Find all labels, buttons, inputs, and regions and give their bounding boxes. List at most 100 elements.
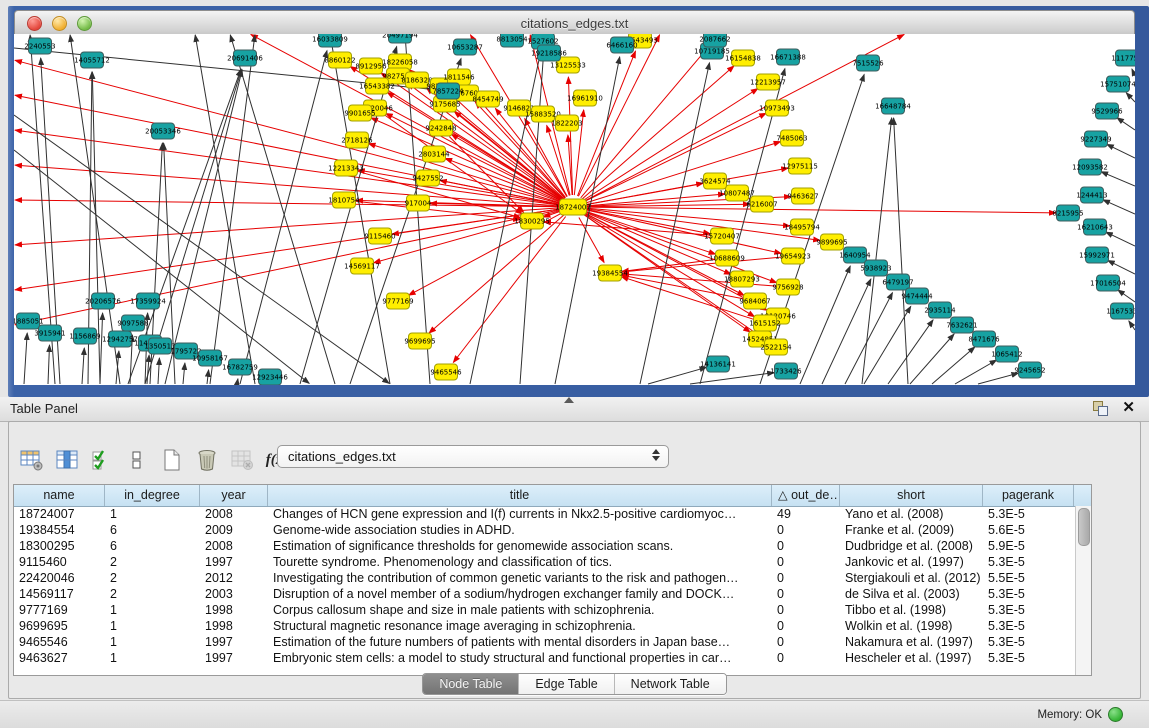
graph-node-9115460[interactable]: 9115460 bbox=[364, 228, 395, 244]
table-selector-dropdown[interactable]: citations_edges.txt bbox=[277, 445, 669, 468]
graph-node-2935114[interactable]: 2935114 bbox=[924, 302, 956, 318]
graph-node-20691406[interactable]: 20691406 bbox=[227, 50, 263, 66]
float-panel-icon[interactable] bbox=[1092, 400, 1108, 416]
row-format-icon[interactable] bbox=[124, 447, 150, 473]
graph-node-20053346[interactable]: 20053346 bbox=[145, 123, 181, 139]
table-row[interactable]: 946362711997Embryonic stem cells: a mode… bbox=[14, 650, 1076, 666]
tab-node-table[interactable]: Node Table bbox=[423, 674, 519, 694]
graph-node-917004[interactable]: 917004 bbox=[405, 195, 432, 211]
scrollbar-thumb[interactable] bbox=[1078, 508, 1090, 546]
network-canvas[interactable]: 1872400788601228912956182260589827503165… bbox=[14, 34, 1135, 385]
column-header-short[interactable]: short bbox=[840, 485, 983, 506]
graph-node-12942757[interactable]: 12942757 bbox=[102, 331, 138, 347]
table-row[interactable]: 969969511998Structural magnetic resonanc… bbox=[14, 618, 1076, 634]
graph-node-9463627[interactable]: 9463627 bbox=[787, 188, 818, 204]
column-header-year[interactable]: year bbox=[200, 485, 268, 506]
graph-node-20497194[interactable]: 20497194 bbox=[382, 34, 418, 43]
graph-node-16033809[interactable]: 16033809 bbox=[312, 34, 348, 47]
graph-node-1117755[interactable]: 1117755 bbox=[1111, 50, 1135, 66]
graph-node-2087662[interactable]: 2087662 bbox=[699, 34, 730, 47]
table-row[interactable]: 1872400712008Changes of HCN gene express… bbox=[14, 506, 1076, 522]
graph-node-2522154[interactable]: 2522154 bbox=[760, 339, 792, 355]
graph-node-9227349[interactable]: 9227349 bbox=[1080, 131, 1111, 147]
trash-icon[interactable] bbox=[194, 447, 220, 473]
graph-node-9245652[interactable]: 9245652 bbox=[1014, 362, 1045, 378]
graph-node-10653287[interactable]: 10653287 bbox=[447, 39, 483, 55]
new-document-icon[interactable] bbox=[159, 447, 185, 473]
graph-node-12213957[interactable]: 12213957 bbox=[750, 74, 786, 90]
graph-node-1822203[interactable]: 1822203 bbox=[551, 115, 582, 131]
column-header-title[interactable]: title bbox=[268, 485, 772, 506]
column-header-pagerank[interactable]: pagerank bbox=[983, 485, 1074, 506]
graph-node-9901655[interactable]: 9901655 bbox=[344, 105, 375, 121]
table-row[interactable]: 946554611997Estimation of the future num… bbox=[14, 634, 1076, 650]
graph-node-9097588[interactable]: 9097588 bbox=[117, 315, 148, 331]
tab-edge-table[interactable]: Edge Table bbox=[519, 674, 614, 694]
graph-node-9242848[interactable]: 9242848 bbox=[425, 120, 456, 136]
graph-node-8215955[interactable]: 8215955 bbox=[1052, 205, 1083, 221]
vertical-scrollbar[interactable] bbox=[1075, 506, 1091, 675]
close-panel-icon[interactable]: ✕ bbox=[1122, 400, 1135, 416]
graph-node-16961910[interactable]: 16961910 bbox=[567, 90, 603, 106]
graph-node-9474444[interactable]: 9474444 bbox=[901, 288, 933, 304]
graph-node-1810754[interactable]: 1810754 bbox=[328, 192, 360, 208]
graph-node-9529966[interactable]: 9529966 bbox=[1091, 103, 1123, 119]
graph-node-17359924[interactable]: 17359924 bbox=[130, 293, 166, 309]
graph-node-1615152[interactable]: 1615152 bbox=[749, 315, 780, 331]
graph-node-8860122[interactable]: 8860122 bbox=[324, 52, 355, 68]
graph-node-17016504[interactable]: 17016504 bbox=[1090, 275, 1126, 291]
tab-network-table[interactable]: Network Table bbox=[615, 674, 726, 694]
select-columns-icon[interactable] bbox=[54, 447, 80, 473]
selection-checklist-icon[interactable] bbox=[89, 447, 115, 473]
table-row[interactable]: 1938455462009Genome-wide association stu… bbox=[14, 522, 1076, 538]
zoom-window-button[interactable] bbox=[77, 16, 92, 31]
graph-node-9899695[interactable]: 9899695 bbox=[816, 234, 847, 250]
graph-node-16154838[interactable]: 16154838 bbox=[725, 50, 761, 66]
splitter-handle-icon[interactable] bbox=[564, 397, 574, 403]
column-header-out_degree[interactable]: △ out_de… bbox=[772, 485, 840, 506]
graph-node-15992971[interactable]: 15992971 bbox=[1079, 247, 1115, 263]
graph-node-1156869[interactable]: 1156869 bbox=[69, 328, 100, 344]
graph-node-9777169[interactable]: 9777169 bbox=[382, 293, 413, 309]
graph-node-8454749[interactable]: 8454749 bbox=[472, 91, 503, 107]
graph-node-2718126[interactable]: 2718126 bbox=[341, 132, 373, 148]
graph-node-15720407[interactable]: 15720407 bbox=[704, 228, 740, 244]
graph-node-12975115[interactable]: 12975115 bbox=[782, 158, 818, 174]
graph-node-6216007[interactable]: 6216007 bbox=[746, 196, 777, 212]
graph-node-2803144[interactable]: 2803144 bbox=[418, 146, 450, 162]
graph-node-8471676[interactable]: 8471676 bbox=[968, 331, 1000, 347]
graph-node-7857224[interactable]: 7857224 bbox=[432, 83, 464, 99]
graph-node-5938923[interactable]: 5938923 bbox=[860, 260, 891, 276]
table-row[interactable]: 977716911998Corpus callosum shape and si… bbox=[14, 602, 1076, 618]
graph-node-6466160[interactable]: 6466160 bbox=[606, 37, 637, 53]
graph-node-9699695[interactable]: 9699695 bbox=[404, 333, 435, 349]
graph-node-15751074[interactable]: 15751074 bbox=[1100, 76, 1135, 92]
table-row[interactable]: 911546021997Tourette syndrome. Phenomeno… bbox=[14, 554, 1076, 570]
graph-node-9465546[interactable]: 9465546 bbox=[430, 364, 462, 380]
graph-node-14569117[interactable]: 14569117 bbox=[344, 258, 380, 274]
minimize-window-button[interactable] bbox=[52, 16, 67, 31]
column-header-name[interactable]: name bbox=[14, 485, 105, 506]
graph-node-16671388[interactable]: 16671388 bbox=[770, 49, 806, 65]
table-row[interactable]: 2242004622012Investigating the contribut… bbox=[14, 570, 1076, 586]
memory-ok-indicator[interactable] bbox=[1108, 707, 1123, 722]
graph-node-18724007[interactable]: 18724007 bbox=[555, 199, 591, 215]
graph-node-1733426[interactable]: 1733426 bbox=[770, 363, 802, 379]
table-settings-icon[interactable] bbox=[19, 447, 45, 473]
table-row[interactable]: 1830029562008Estimation of significance … bbox=[14, 538, 1076, 554]
graph-node-19384554[interactable]: 19384554 bbox=[592, 265, 628, 281]
graph-node-3624574[interactable]: 3624574 bbox=[699, 173, 731, 189]
graph-node-9684067[interactable]: 9684067 bbox=[739, 293, 770, 309]
graph-node-1065412[interactable]: 1065412 bbox=[991, 346, 1022, 362]
graph-node-7485063[interactable]: 7485063 bbox=[776, 130, 807, 146]
graph-node-1167533[interactable]: 1167533 bbox=[1106, 303, 1135, 319]
graph-node-8813054[interactable]: 8813054 bbox=[496, 34, 528, 47]
graph-node-9427552[interactable]: 9427552 bbox=[412, 170, 443, 186]
graph-node-16648784[interactable]: 16648784 bbox=[875, 98, 911, 114]
table-row[interactable]: 1456911722003Disruption of a novel membe… bbox=[14, 586, 1076, 602]
graph-node-2240553[interactable]: 2240553 bbox=[24, 38, 55, 54]
graph-node-9756928[interactable]: 9756928 bbox=[772, 279, 803, 295]
graph-node-20206576[interactable]: 20206576 bbox=[85, 293, 121, 309]
close-window-button[interactable] bbox=[27, 16, 42, 31]
column-header-in_degree[interactable]: in_degree bbox=[105, 485, 200, 506]
